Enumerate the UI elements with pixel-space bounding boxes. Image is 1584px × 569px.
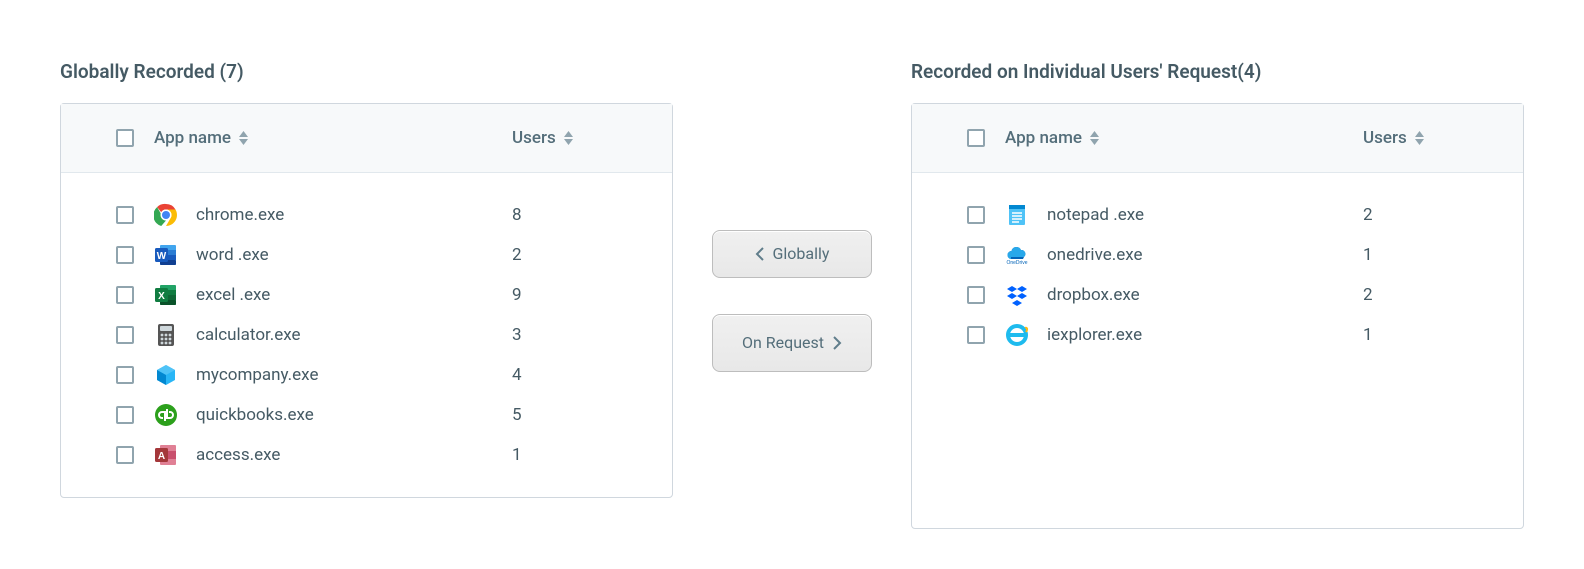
- globally-select-all-checkbox[interactable]: [116, 129, 134, 147]
- table-row: iexplorer.exe1: [967, 315, 1523, 355]
- app-name: chrome.exe: [196, 205, 512, 225]
- app-name: calculator.exe: [196, 325, 512, 345]
- row-checkbox[interactable]: [967, 326, 985, 344]
- box-icon: [154, 363, 196, 387]
- col-appname-label: App name: [1005, 128, 1082, 148]
- word-icon: W: [154, 243, 196, 267]
- onrequest-table: App name Users notepad .exe2OneDriveoned…: [911, 103, 1524, 529]
- table-row: chrome.exe8: [116, 195, 672, 235]
- svg-text:W: W: [157, 251, 167, 262]
- svg-text:X: X: [158, 291, 165, 302]
- table-row: Xexcel .exe9: [116, 275, 672, 315]
- globally-col-appname[interactable]: App name: [154, 128, 512, 148]
- table-row: notepad .exe2: [967, 195, 1523, 235]
- app-name: dropbox.exe: [1047, 285, 1363, 305]
- sort-icon: [1415, 131, 1424, 145]
- user-count: 8: [512, 205, 672, 225]
- notepad-icon: [1005, 203, 1047, 227]
- sort-icon: [1090, 131, 1099, 145]
- sort-icon: [239, 131, 248, 145]
- app-name: onedrive.exe: [1047, 245, 1363, 265]
- table-row: mycompany.exe4: [116, 355, 672, 395]
- app-name: mycompany.exe: [196, 365, 512, 385]
- onrequest-title: Recorded on Individual Users' Request(4): [911, 60, 1524, 83]
- row-checkbox[interactable]: [116, 206, 134, 224]
- ie-icon: [1005, 323, 1047, 347]
- user-count: 2: [1363, 205, 1523, 225]
- onedrive-icon: OneDrive: [1005, 243, 1047, 267]
- table-row: Aaccess.exe1: [116, 435, 672, 475]
- move-onrequest-label: On Request: [742, 334, 824, 352]
- svg-text:A: A: [158, 451, 165, 462]
- user-count: 1: [512, 445, 672, 465]
- app-name: access.exe: [196, 445, 512, 465]
- globally-table-header: App name Users: [61, 104, 672, 173]
- row-checkbox[interactable]: [116, 286, 134, 304]
- row-checkbox[interactable]: [116, 246, 134, 264]
- app-name: excel .exe: [196, 285, 512, 305]
- user-count: 3: [512, 325, 672, 345]
- chrome-icon: [154, 203, 196, 227]
- globally-title: Globally Recorded (7): [60, 60, 673, 83]
- transfer-controls: Globally On Request: [703, 60, 881, 372]
- app-name: quickbooks.exe: [196, 405, 512, 425]
- app-name: notepad .exe: [1047, 205, 1363, 225]
- onrequest-col-users[interactable]: Users: [1363, 128, 1523, 148]
- move-globally-label: Globally: [773, 245, 830, 263]
- table-row: dropbox.exe2: [967, 275, 1523, 315]
- user-count: 1: [1363, 245, 1523, 265]
- table-row: calculator.exe3: [116, 315, 672, 355]
- row-checkbox[interactable]: [116, 326, 134, 344]
- user-count: 4: [512, 365, 672, 385]
- calculator-icon: [154, 323, 196, 347]
- row-checkbox[interactable]: [116, 406, 134, 424]
- globally-col-users[interactable]: Users: [512, 128, 672, 148]
- table-row: OneDrive onedrive.exe1: [967, 235, 1523, 275]
- app-name: iexplorer.exe: [1047, 325, 1363, 345]
- col-users-label: Users: [1363, 128, 1407, 148]
- user-count: 2: [1363, 285, 1523, 305]
- excel-icon: X: [154, 283, 196, 307]
- col-users-label: Users: [512, 128, 556, 148]
- onrequest-table-header: App name Users: [912, 104, 1523, 173]
- onrequest-panel: Recorded on Individual Users' Request(4)…: [911, 60, 1524, 529]
- table-row: quickbooks.exe5: [116, 395, 672, 435]
- col-appname-label: App name: [154, 128, 231, 148]
- row-checkbox[interactable]: [967, 206, 985, 224]
- chevron-left-icon: [755, 247, 765, 261]
- user-count: 5: [512, 405, 672, 425]
- row-checkbox[interactable]: [116, 366, 134, 384]
- onrequest-col-appname[interactable]: App name: [1005, 128, 1363, 148]
- dropbox-icon: [1005, 283, 1047, 307]
- move-globally-button[interactable]: Globally: [712, 230, 872, 278]
- svg-text:OneDrive: OneDrive: [1006, 260, 1027, 266]
- row-checkbox[interactable]: [967, 246, 985, 264]
- move-onrequest-button[interactable]: On Request: [712, 314, 872, 372]
- app-name: word .exe: [196, 245, 512, 265]
- onrequest-select-all-checkbox[interactable]: [967, 129, 985, 147]
- globally-recorded-panel: Globally Recorded (7) App name Users: [60, 60, 673, 498]
- table-row: Wword .exe2: [116, 235, 672, 275]
- chevron-right-icon: [832, 336, 842, 350]
- row-checkbox[interactable]: [967, 286, 985, 304]
- row-checkbox[interactable]: [116, 446, 134, 464]
- user-count: 2: [512, 245, 672, 265]
- access-icon: A: [154, 443, 196, 467]
- user-count: 9: [512, 285, 672, 305]
- sort-icon: [564, 131, 573, 145]
- user-count: 1: [1363, 325, 1523, 345]
- quickbooks-icon: [154, 403, 196, 427]
- globally-table: App name Users chrome.exe8Wword .exe2Xex…: [60, 103, 673, 498]
